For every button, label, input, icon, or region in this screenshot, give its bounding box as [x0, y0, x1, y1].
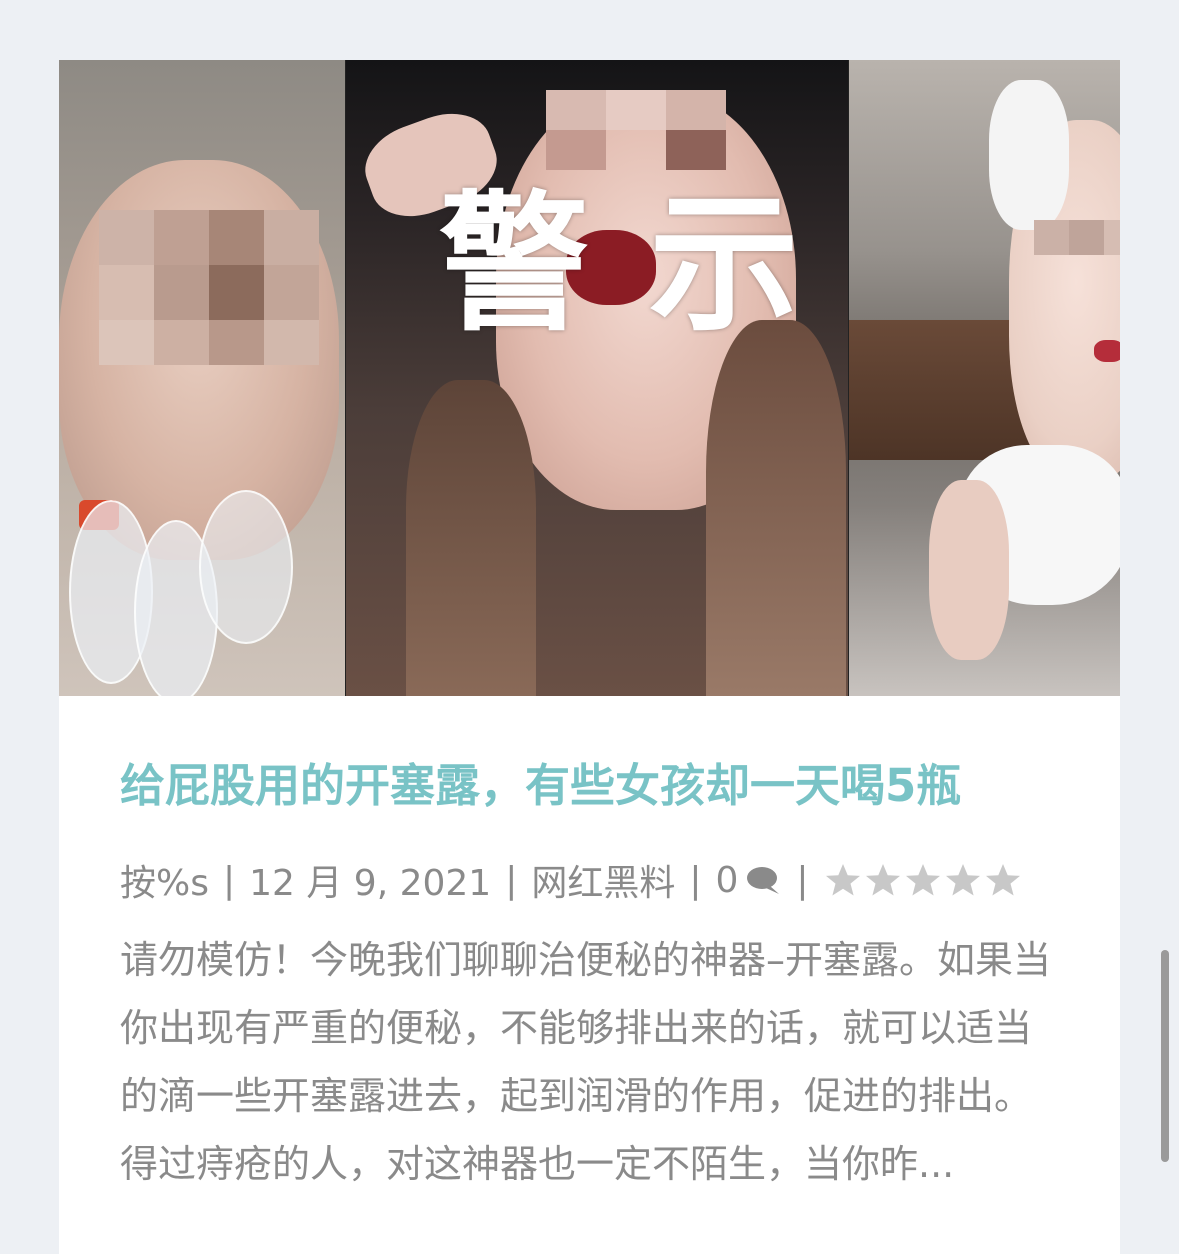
post-excerpt: 请勿模仿！今晚我们聊聊治便秘的神器–开塞露。如果当你出现有严重的便秘，不能够排出… [120, 938, 1052, 1186]
comment-bubble-icon [747, 867, 780, 894]
post-date: 12 月 9, 2021 [249, 863, 492, 904]
star-icon [825, 864, 860, 896]
thumbnail-panel-right [849, 60, 1120, 696]
meta-separator: | [222, 859, 236, 901]
post-title[interactable]: 给屁股用的开塞露，有些女孩却一天喝5瓶 [120, 756, 1080, 816]
post-category[interactable]: 网红黑料 [531, 854, 675, 906]
star-icon [905, 864, 940, 896]
thumbnail-panel-middle [346, 60, 848, 696]
rating-stars [823, 862, 1023, 898]
post-meta: 按%s | 12 月 9, 2021 | 网红黑料 | 0 | [120, 856, 1023, 904]
post-card: 警示 给屁股用的开塞露，有些女孩却一天喝5瓶 按%s | 12 月 9, 202… [59, 60, 1120, 1254]
meta-separator: | [796, 859, 809, 901]
scrollbar-thumb[interactable] [1161, 950, 1169, 1162]
star-icon [865, 864, 900, 896]
post-author[interactable]: 按%s [120, 854, 209, 906]
comment-link[interactable]: 0 [716, 860, 783, 901]
meta-separator: | [689, 859, 702, 901]
star-icon [985, 864, 1020, 896]
star-icon [945, 864, 980, 896]
comment-count: 0 [715, 859, 739, 901]
meta-separator: | [505, 859, 518, 901]
warning-overlay-text: 警示 [439, 178, 860, 352]
thumbnail-panel-left [59, 60, 345, 696]
post-thumbnail[interactable]: 警示 [59, 60, 1120, 696]
